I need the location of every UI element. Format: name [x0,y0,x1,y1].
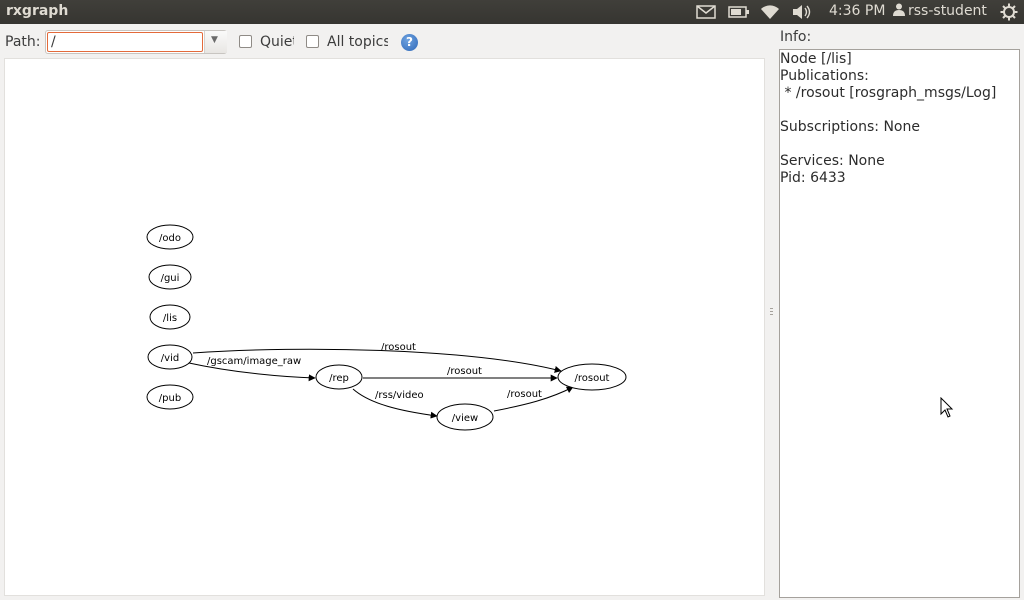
info-line: Subscriptions: None [780,119,920,135]
info-line: Node [/lis] [780,51,852,67]
graph-canvas[interactable]: /rosout /gscam/image_raw /rosout /rss/vi… [4,58,765,596]
info-line [780,136,1019,153]
info-line: * /rosout [rosgraph_msgs/Log] [780,85,997,101]
node-label: /pub [159,393,181,404]
mouse-cursor-icon [940,397,954,418]
edge-label: /rosout [381,342,416,353]
all-topics-checkbox[interactable] [306,35,319,48]
info-line: Services: None [780,153,885,169]
battery-icon[interactable] [728,6,750,22]
info-line [780,102,1019,119]
edge-label: /gscam/image_raw [207,356,301,367]
node-rep[interactable]: /rep [315,364,363,390]
node-label: /view [452,413,478,424]
edge-label: /rosout [447,366,482,377]
quiet-checkbox[interactable] [239,35,252,48]
node-label: /gui [161,273,180,284]
power-icon[interactable] [1000,3,1018,25]
user-icon [893,3,905,16]
node-odo[interactable]: /odo [146,224,194,250]
pane-splitter[interactable] [770,308,773,320]
node-label: /lis [163,313,177,324]
node-label: /rosout [575,373,610,384]
path-label: Path: [5,34,41,50]
info-line: Pid: 6433 [780,170,846,186]
edge-label: /rosout [507,389,542,400]
top-panel: rxgraph 4:36 PM rss-student [0,0,1024,24]
mail-icon[interactable] [696,5,716,23]
user-menu[interactable]: rss-student [893,3,987,19]
node-lis[interactable]: /lis [149,304,191,330]
app-title: rxgraph [6,3,69,19]
info-line: Publications: [780,68,869,84]
node-pub[interactable]: /pub [146,384,194,410]
path-combobox[interactable]: ▼ [45,30,227,54]
path-input[interactable] [47,32,203,52]
all-topics-label[interactable]: All topics [327,34,388,50]
wifi-icon[interactable] [760,4,780,24]
node-label: /odo [159,233,181,244]
chevron-down-icon: ▼ [211,35,218,45]
info-textbox[interactable]: Node [/lis] Publications: * /rosout [ros… [779,49,1020,598]
node-gui[interactable]: /gui [148,264,192,290]
node-label: /rep [329,373,349,384]
graph-svg: /rosout /gscam/image_raw /rosout /rss/vi… [146,224,627,431]
node-rosout[interactable]: /rosout [557,363,627,391]
user-name: rss-student [908,3,987,19]
node-label: /vid [161,353,179,364]
clock[interactable]: 4:36 PM [829,3,885,19]
volume-icon[interactable] [792,5,812,23]
help-icon[interactable]: ? [401,34,418,51]
node-vid[interactable]: /vid [147,344,193,370]
edge-label: /rss/video [375,390,424,401]
path-dropdown-button[interactable]: ▼ [204,31,227,53]
quiet-label[interactable]: Quiet [260,34,294,50]
node-view[interactable]: /view [436,403,494,431]
info-label: Info: [780,29,812,45]
